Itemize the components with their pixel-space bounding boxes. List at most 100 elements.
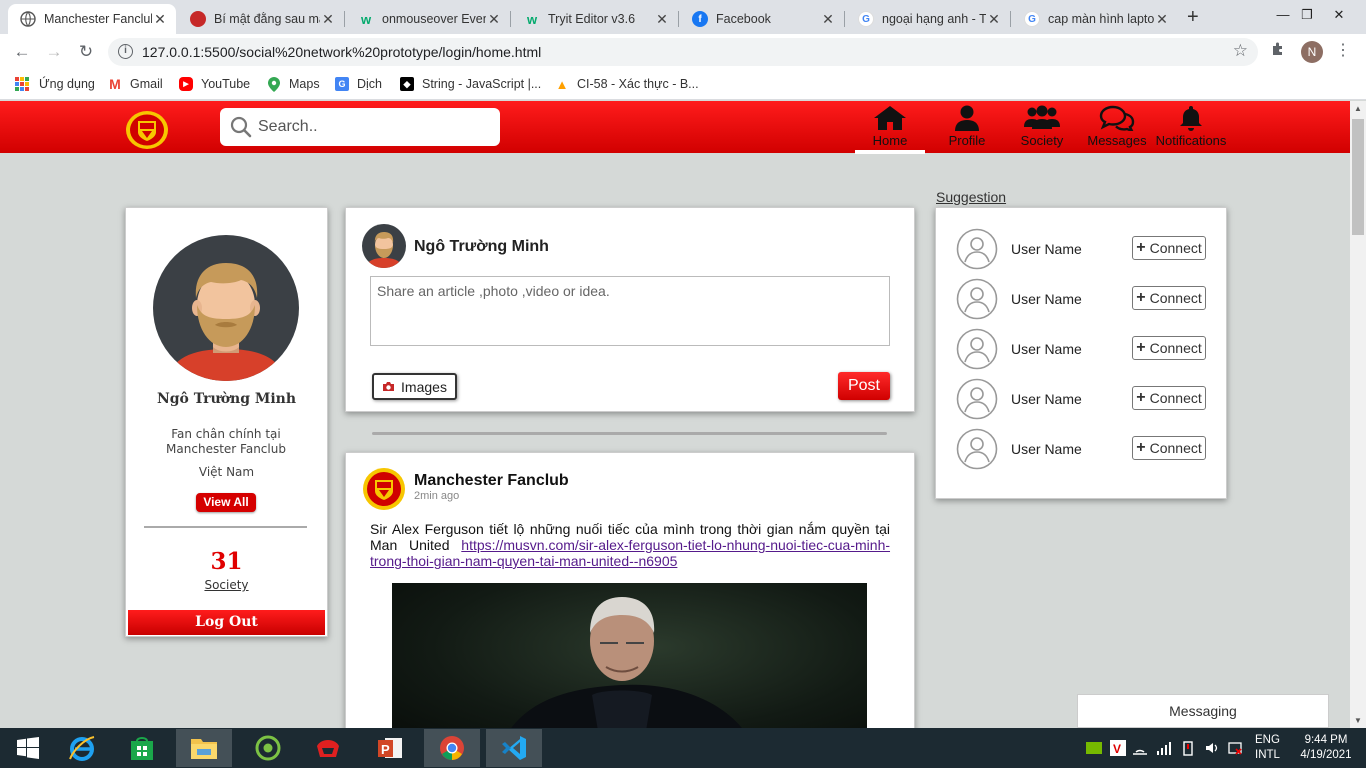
close-tab-icon[interactable]: ✕ xyxy=(486,11,502,28)
nav-society[interactable]: Society xyxy=(1015,105,1069,153)
close-tab-icon[interactable]: ✕ xyxy=(654,11,670,28)
browser-menu-icon[interactable]: ⋮ xyxy=(1335,40,1351,60)
close-tab-icon[interactable]: ✕ xyxy=(320,11,336,28)
store-icon[interactable] xyxy=(114,729,170,767)
search-icon xyxy=(230,116,252,138)
garena-icon[interactable] xyxy=(300,729,356,767)
taskbar-clock[interactable]: 9:44 PM 4/19/2021 xyxy=(1290,733,1362,763)
search-input[interactable] xyxy=(258,114,488,140)
tab-facebook[interactable]: f Facebook ✕ xyxy=(680,4,844,34)
file-explorer-icon[interactable] xyxy=(176,729,232,767)
suggestion-user-name[interactable]: User Name xyxy=(1011,241,1082,257)
input-language-indicator[interactable]: ENG INTL xyxy=(1255,733,1280,763)
signal-tray-icon[interactable] xyxy=(1156,728,1172,768)
suggestion-user-name[interactable]: User Name xyxy=(1011,341,1082,357)
bookmark-youtube[interactable]: ▶ YouTube xyxy=(179,77,250,91)
suggestion-item: User Name + Connect xyxy=(936,278,1226,328)
powerpoint-icon[interactable]: P xyxy=(362,729,418,767)
browser-profile-avatar[interactable]: N xyxy=(1301,41,1323,63)
post-image[interactable] xyxy=(392,583,867,742)
nav-label: Home xyxy=(872,133,908,148)
battery-tray-icon[interactable] xyxy=(1180,728,1196,768)
coc-coc-icon[interactable] xyxy=(240,729,296,767)
windows-start-icon[interactable] xyxy=(0,729,56,767)
suggestion-user-name[interactable]: User Name xyxy=(1011,391,1082,407)
connect-button[interactable]: + Connect xyxy=(1132,336,1206,360)
post-text-input[interactable] xyxy=(370,276,890,346)
clock-time: 9:44 PM xyxy=(1304,734,1348,746)
close-tab-icon[interactable]: ✕ xyxy=(820,11,836,28)
notification-tray-icon[interactable] xyxy=(1227,728,1243,768)
tab-title: Bí mật đằng sau mấ xyxy=(214,12,320,26)
bookmark-star-icon[interactable]: ☆ xyxy=(1233,41,1248,61)
vscode-icon[interactable] xyxy=(486,729,542,767)
post-author[interactable]: Manchester Fanclub xyxy=(414,472,569,490)
bookmark-mdn[interactable]: ◆ String - JavaScript |... xyxy=(400,77,541,91)
network-tray-icon[interactable] xyxy=(1132,728,1148,768)
post-button[interactable]: Post xyxy=(838,372,890,400)
close-window-icon[interactable]: ✕ xyxy=(1316,0,1362,34)
bookmark-label: Gmail xyxy=(130,77,163,91)
messaging-panel-toggle[interactable]: Messaging xyxy=(1077,694,1329,728)
suggestion-user-name[interactable]: User Name xyxy=(1011,291,1082,307)
back-icon[interactable]: ← xyxy=(10,40,34,64)
society-link[interactable]: Society xyxy=(126,578,327,592)
antivirus-tray-icon[interactable]: V xyxy=(1110,728,1126,768)
scroll-up-arrow-icon[interactable]: ▲ xyxy=(1350,104,1366,113)
tab-ngoai-hang-anh[interactable]: G ngoại hạng anh - T ✕ xyxy=(846,4,1010,34)
page-scrollbar[interactable]: ▲ ▼ xyxy=(1350,101,1366,728)
connect-button[interactable]: + Connect xyxy=(1132,236,1206,260)
internet-explorer-icon[interactable] xyxy=(54,729,110,767)
nav-profile[interactable]: Profile xyxy=(940,105,994,153)
bookmark-firebase[interactable]: ▲ CI-58 - Xác thực - B... xyxy=(555,77,699,92)
new-tab-icon[interactable]: + xyxy=(1187,6,1199,29)
bookmark-gmail[interactable]: M Gmail xyxy=(108,76,163,92)
tab-title: Tryit Editor v3.6 xyxy=(548,12,636,26)
view-all-button[interactable]: View All xyxy=(196,493,256,512)
chat-bubbles-icon xyxy=(1099,105,1135,131)
site-info-icon[interactable]: i xyxy=(118,44,133,59)
clock-date: 4/19/2021 xyxy=(1300,749,1352,761)
connect-button[interactable]: + Connect xyxy=(1132,386,1206,410)
connect-button[interactable]: + Connect xyxy=(1132,286,1206,310)
bookmark-apps[interactable]: Ứng dụng xyxy=(15,77,95,91)
suggestion-item: User Name + Connect xyxy=(936,428,1226,478)
bookmark-translate[interactable]: G Dịch xyxy=(335,77,382,91)
chrome-icon[interactable] xyxy=(424,729,480,767)
suggestion-title[interactable]: Suggestion xyxy=(936,189,1006,205)
scroll-down-arrow-icon[interactable]: ▼ xyxy=(1350,716,1366,725)
tab-onmouseover[interactable]: w onmouseover Event ✕ xyxy=(346,4,510,34)
tab-manchester-fanclub[interactable]: Manchester Fanclub ✕ xyxy=(8,4,176,34)
tab-bi-mat[interactable]: Bí mật đằng sau mấ ✕ xyxy=(178,4,344,34)
nvidia-tray-icon[interactable] xyxy=(1086,728,1102,768)
url-text[interactable]: 127.0.0.1:5500/social%20network%20protot… xyxy=(142,44,541,60)
nav-home[interactable]: Home xyxy=(855,105,925,154)
bookmark-maps[interactable]: Maps xyxy=(267,76,320,92)
extensions-puzzle-icon[interactable] xyxy=(1270,41,1286,62)
logout-button[interactable]: Log Out xyxy=(128,610,325,635)
gmail-icon: M xyxy=(109,76,121,92)
suggestion-user-name[interactable]: User Name xyxy=(1011,441,1082,457)
connect-label: Connect xyxy=(1149,290,1202,306)
forward-icon[interactable]: → xyxy=(42,40,66,64)
manutd-crest-logo[interactable] xyxy=(125,110,169,150)
reload-icon[interactable]: ↻ xyxy=(74,40,98,64)
plus-icon: + xyxy=(1136,389,1146,406)
profile-avatar[interactable] xyxy=(153,235,299,381)
suggestion-item: User Name + Connect xyxy=(936,378,1226,428)
close-tab-icon[interactable]: ✕ xyxy=(152,11,168,28)
manutd-crest-icon[interactable] xyxy=(362,467,406,511)
profile-card: Ngô Trường Minh Fan chân chính tại Manch… xyxy=(125,207,328,637)
tab-tryit-editor[interactable]: w Tryit Editor v3.6 ✕ xyxy=(512,4,678,34)
nav-notifications[interactable]: Notifications xyxy=(1155,105,1227,153)
bell-icon xyxy=(1180,106,1202,131)
nav-messages[interactable]: Messages xyxy=(1085,105,1149,153)
close-tab-icon[interactable]: ✕ xyxy=(1154,11,1170,28)
tab-cap-man-hinh[interactable]: G cap màn hình lapto ✕ xyxy=(1012,4,1178,34)
close-tab-icon[interactable]: ✕ xyxy=(986,11,1002,28)
omnibox[interactable]: i 127.0.0.1:5500/social%20network%20prot… xyxy=(108,38,1258,66)
scrollbar-thumb[interactable] xyxy=(1352,119,1364,235)
add-images-button[interactable]: Images xyxy=(372,373,457,400)
connect-button[interactable]: + Connect xyxy=(1132,436,1206,460)
volume-tray-icon[interactable] xyxy=(1204,728,1220,768)
